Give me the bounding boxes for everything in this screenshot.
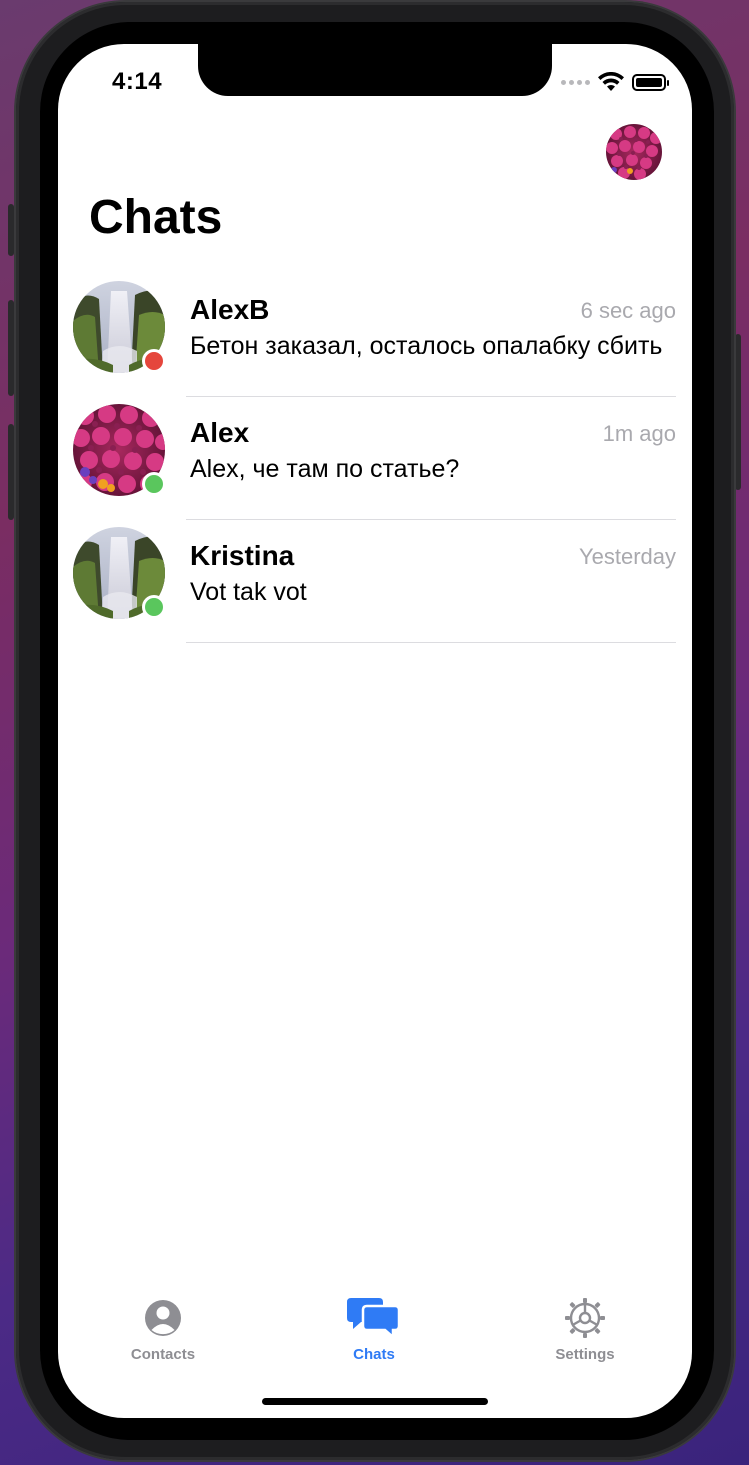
chat-name: AlexB (190, 294, 270, 325)
presence-dot (142, 595, 166, 619)
chat-timestamp: 1m ago (602, 421, 676, 446)
chat-row[interactable]: Kristina Yesterday Vot tak vot (58, 520, 692, 643)
tab-label: Chats (353, 1346, 395, 1363)
app-screen: 4:14 Chats AlexB 6 sec ago Бетон заказал… (58, 44, 692, 1418)
chat-bubbles-icon (347, 1298, 401, 1338)
phone-volume-up-button (8, 300, 14, 396)
presence-dot (142, 349, 166, 373)
page-title: Chats (89, 191, 223, 244)
chat-last-message: Vot tak vot (190, 578, 307, 606)
row-divider (186, 642, 676, 643)
chat-last-message: Alex, че там по статье? (190, 455, 460, 483)
tab-label: Contacts (130, 1346, 196, 1363)
phone-silent-switch (8, 204, 14, 256)
cellular-signal-icon (561, 79, 590, 85)
wifi-icon (598, 72, 624, 91)
profile-avatar[interactable] (606, 124, 662, 180)
chat-timestamp: Yesterday (578, 544, 676, 569)
status-time: 4:14 (112, 68, 163, 95)
tab-chats[interactable]: Chats (314, 1294, 434, 1363)
tab-bar: Contacts Chats Settings (58, 1294, 692, 1364)
person-circle-icon (145, 1300, 181, 1336)
phone-volume-down-button (8, 424, 14, 520)
presence-dot (142, 472, 166, 496)
chat-last-message: Бетон заказал, осталось опалабку сбить (190, 332, 663, 360)
notch (198, 44, 552, 96)
chat-name: Kristina (190, 540, 295, 571)
chat-timestamp: 6 sec ago (580, 298, 676, 323)
tab-contacts[interactable]: Contacts (103, 1294, 223, 1363)
tab-settings[interactable]: Settings (525, 1294, 645, 1363)
gear-icon (565, 1298, 605, 1338)
chat-row[interactable]: AlexB 6 sec ago Бетон заказал, осталось … (58, 274, 692, 397)
status-icons (561, 72, 669, 92)
phone-power-button (735, 334, 741, 490)
home-indicator[interactable] (262, 1398, 488, 1405)
chat-list: AlexB 6 sec ago Бетон заказал, осталось … (58, 274, 692, 643)
chat-name: Alex (190, 417, 250, 448)
battery-icon (632, 73, 669, 91)
chat-row[interactable]: Alex 1m ago Alex, че там по статье? (58, 397, 692, 520)
tab-label: Settings (555, 1346, 615, 1363)
